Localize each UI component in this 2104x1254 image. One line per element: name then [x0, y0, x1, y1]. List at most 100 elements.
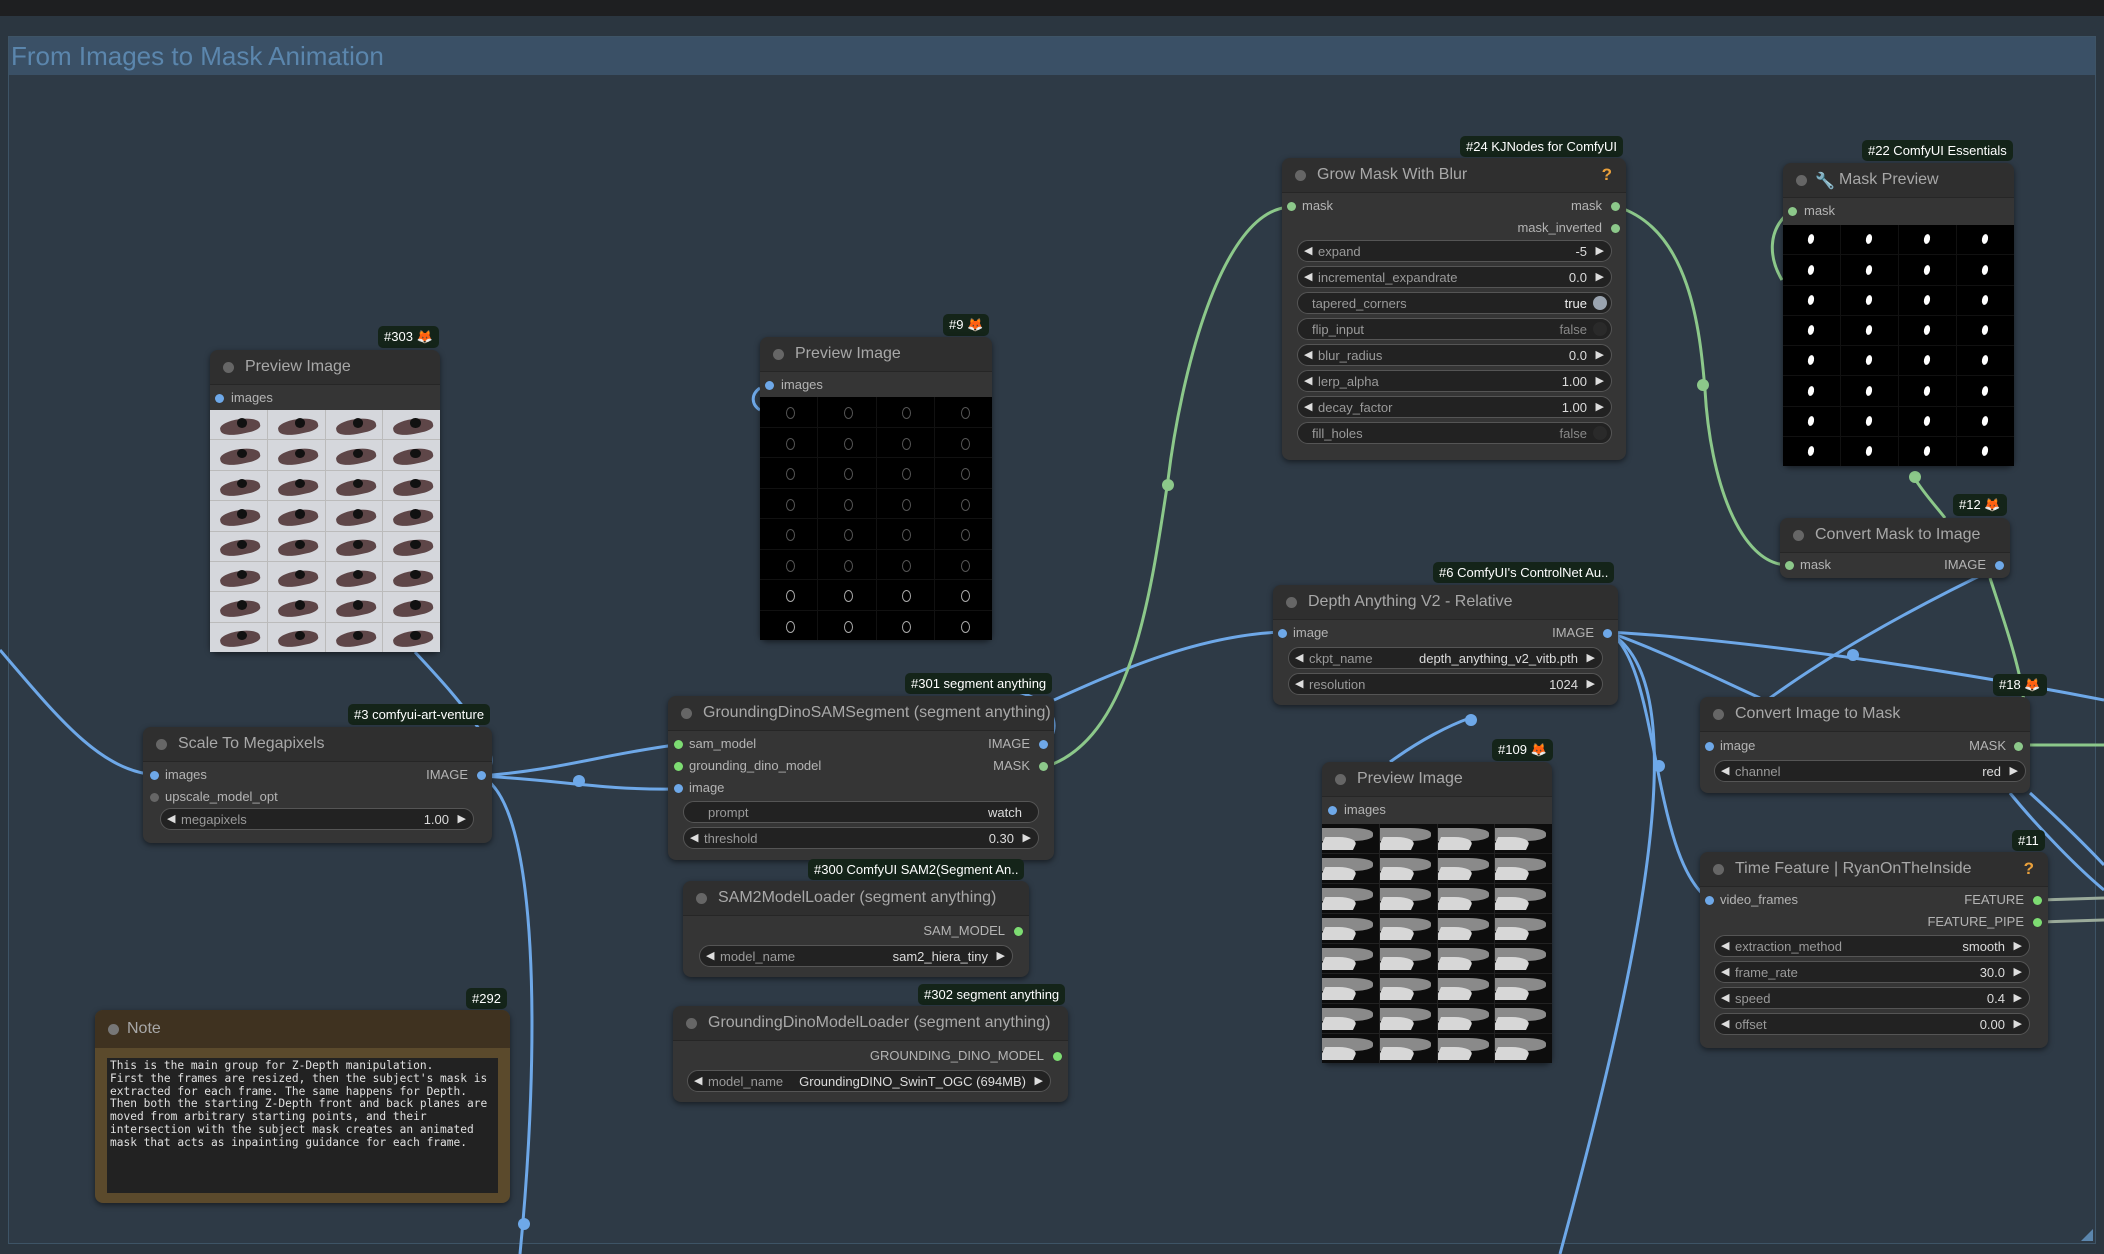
widget-incremental-expandrate[interactable]: ◀ incremental_expandrate 0.0 ▶: [1297, 266, 1612, 288]
increment-arrow-icon[interactable]: ▶: [2014, 965, 2022, 978]
node-time-feature[interactable]: Time Feature | RyanOnTheInside ? video_f…: [1700, 852, 2048, 1048]
input-slot-images[interactable]: [1328, 806, 1337, 815]
collapse-dot[interactable]: [1713, 709, 1724, 720]
increment-arrow-icon[interactable]: ▶: [1596, 400, 1604, 413]
toggle-knob-off[interactable]: [1593, 322, 1607, 336]
note-textarea[interactable]: This is the main group for Z-Depth manip…: [107, 1058, 498, 1193]
group-title-bar[interactable]: From Images to Mask Animation: [9, 37, 2095, 75]
input-slot-video-frames[interactable]: [1705, 896, 1714, 905]
output-slot-feature-pipe[interactable]: [2033, 918, 2042, 927]
image-preview-grid[interactable]: [210, 410, 440, 652]
increment-arrow-icon[interactable]: ▶: [997, 949, 1005, 962]
collapse-dot[interactable]: [773, 349, 784, 360]
output-slot-image[interactable]: [1039, 740, 1048, 749]
node-header[interactable]: Scale To Megapixels: [143, 727, 492, 762]
dropdown-channel[interactable]: ◀ channel red ▶: [1714, 760, 2026, 782]
node-grow-mask-with-blur[interactable]: Grow Mask With Blur ? mask mask mask_inv…: [1282, 158, 1626, 460]
dropdown-extraction-method[interactable]: ◀ extraction_method smooth ▶: [1714, 935, 2030, 957]
mask-preview-grid[interactable]: [1783, 225, 2014, 466]
input-slot-mask[interactable]: [1785, 561, 1794, 570]
node-header[interactable]: GroundingDinoModelLoader (segment anythi…: [673, 1006, 1068, 1041]
output-slot-feature[interactable]: [2033, 896, 2042, 905]
increment-arrow-icon[interactable]: ▶: [1035, 1074, 1043, 1087]
collapse-dot[interactable]: [696, 893, 707, 904]
output-slot-mask[interactable]: [1039, 762, 1048, 771]
collapse-dot[interactable]: [1713, 864, 1724, 875]
input-prompt[interactable]: prompt watch: [683, 801, 1039, 823]
collapse-dot[interactable]: [223, 362, 234, 373]
input-slot-images[interactable]: [215, 394, 224, 403]
node-convert-mask-to-image[interactable]: Convert Mask to Image mask IMAGE: [1780, 518, 2010, 578]
decrement-arrow-icon[interactable]: ◀: [1304, 348, 1312, 361]
collapse-dot[interactable]: [1796, 175, 1807, 186]
image-preview-grid[interactable]: [760, 397, 992, 640]
toggle-knob-off[interactable]: [1593, 426, 1607, 440]
decrement-arrow-icon[interactable]: ◀: [1304, 244, 1312, 257]
decrement-arrow-icon[interactable]: ◀: [1304, 400, 1312, 413]
node-preview-image-109[interactable]: Preview Image images: [1322, 762, 1552, 1063]
node-sam2-model-loader[interactable]: SAM2ModelLoader (segment anything) SAM_M…: [683, 881, 1029, 977]
output-slot-mask[interactable]: [1611, 202, 1620, 211]
decrement-arrow-icon[interactable]: ◀: [1721, 939, 1729, 952]
output-slot-grounding-dino-model[interactable]: [1053, 1052, 1062, 1061]
decrement-arrow-icon[interactable]: ◀: [1295, 677, 1303, 690]
increment-arrow-icon[interactable]: ▶: [2014, 1017, 2022, 1030]
increment-arrow-icon[interactable]: ▶: [2010, 764, 2018, 777]
increment-arrow-icon[interactable]: ▶: [1587, 651, 1595, 664]
decrement-arrow-icon[interactable]: ◀: [1721, 764, 1729, 777]
input-slot-upscale-model-opt[interactable]: [150, 793, 159, 802]
toggle-fill-holes[interactable]: fill_holes false: [1297, 422, 1612, 444]
toggle-tapered-corners[interactable]: tapered_corners true: [1297, 292, 1612, 314]
input-slot-images[interactable]: [150, 771, 159, 780]
node-header[interactable]: SAM2ModelLoader (segment anything): [683, 881, 1029, 916]
output-slot-image[interactable]: [1995, 561, 2004, 570]
collapse-dot[interactable]: [681, 708, 692, 719]
widget-expand[interactable]: ◀ expand -5 ▶: [1297, 240, 1612, 262]
output-slot-mask[interactable]: [2014, 742, 2023, 751]
node-depth-anything-v2[interactable]: Depth Anything V2 - Relative image IMAGE…: [1273, 585, 1618, 705]
input-slot-sam-model[interactable]: [674, 740, 683, 749]
decrement-arrow-icon[interactable]: ◀: [1295, 651, 1303, 664]
node-header[interactable]: GroundingDinoSAMSegment (segment anythin…: [668, 696, 1054, 731]
node-grounding-dino-model-loader[interactable]: GroundingDinoModelLoader (segment anythi…: [673, 1006, 1068, 1102]
increment-arrow-icon[interactable]: ▶: [1023, 831, 1031, 844]
input-slot-image[interactable]: [1278, 629, 1287, 638]
node-header[interactable]: Preview Image: [760, 337, 992, 372]
collapse-dot[interactable]: [1793, 530, 1804, 541]
output-slot-mask-inverted[interactable]: [1611, 224, 1620, 233]
decrement-arrow-icon[interactable]: ◀: [1304, 374, 1312, 387]
widget-offset[interactable]: ◀ offset 0.00 ▶: [1714, 1013, 2030, 1035]
node-scale-to-megapixels[interactable]: Scale To Megapixels images upscale_model…: [143, 727, 492, 843]
input-slot-mask[interactable]: [1287, 202, 1296, 211]
dropdown-model-name[interactable]: ◀ model_name GroundingDINO_SwinT_OGC (694M…: [687, 1070, 1051, 1092]
node-note[interactable]: Note This is the main group for Z-Depth …: [95, 1010, 510, 1203]
group-resize-handle[interactable]: [2081, 1229, 2093, 1241]
help-icon[interactable]: ?: [1602, 165, 1612, 185]
node-mask-preview[interactable]: 🔧 Mask Preview mask: [1783, 163, 2014, 466]
collapse-dot[interactable]: [1295, 170, 1306, 181]
increment-arrow-icon[interactable]: ▶: [458, 812, 466, 825]
node-header[interactable]: Preview Image: [1322, 762, 1552, 797]
collapse-dot[interactable]: [1286, 597, 1297, 608]
node-header[interactable]: 🔧 Mask Preview: [1783, 163, 2014, 198]
node-preview-image-9[interactable]: Preview Image images: [760, 337, 992, 640]
widget-decay-factor[interactable]: ◀ decay_factor 1.00 ▶: [1297, 396, 1612, 418]
node-grounding-dino-sam-segment[interactable]: GroundingDinoSAMSegment (segment anythin…: [668, 696, 1054, 860]
input-slot-mask[interactable]: [1788, 207, 1797, 216]
input-slot-images[interactable]: [765, 381, 774, 390]
decrement-arrow-icon[interactable]: ◀: [694, 1074, 702, 1087]
node-header[interactable]: Note: [95, 1010, 510, 1048]
node-header[interactable]: Convert Mask to Image: [1780, 518, 2010, 553]
node-header[interactable]: Convert Image to Mask: [1700, 697, 2030, 732]
widget-speed[interactable]: ◀ speed 0.4 ▶: [1714, 987, 2030, 1009]
increment-arrow-icon[interactable]: ▶: [1596, 270, 1604, 283]
node-header[interactable]: Preview Image: [210, 350, 440, 385]
decrement-arrow-icon[interactable]: ◀: [1721, 991, 1729, 1004]
dropdown-model-name[interactable]: ◀ model_name sam2_hiera_tiny ▶: [699, 945, 1013, 967]
increment-arrow-icon[interactable]: ▶: [1596, 244, 1604, 257]
increment-arrow-icon[interactable]: ▶: [1596, 348, 1604, 361]
collapse-dot[interactable]: [108, 1024, 119, 1035]
increment-arrow-icon[interactable]: ▶: [2014, 991, 2022, 1004]
output-slot-sam-model[interactable]: [1014, 927, 1023, 936]
increment-arrow-icon[interactable]: ▶: [1587, 677, 1595, 690]
